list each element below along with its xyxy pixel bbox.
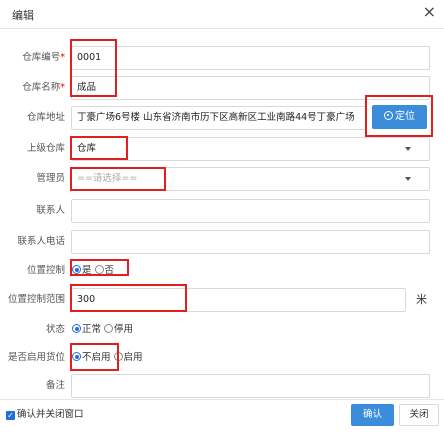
row-parent: 上级仓库 仓库 xyxy=(0,136,444,162)
radio-option-yes[interactable]: 是 xyxy=(72,265,92,276)
radio-unchecked-icon xyxy=(94,265,104,274)
footer-divider xyxy=(0,399,444,400)
manager-label: 管理员 xyxy=(36,173,65,184)
row-remark: 备注 xyxy=(0,373,444,399)
code-field[interactable]: 0001 xyxy=(71,46,430,70)
remark-label: 备注 xyxy=(45,380,65,391)
chevron-down-icon xyxy=(405,147,411,151)
row-location-range: 位置控制范围 300 米 xyxy=(0,287,444,313)
address-field[interactable]: 丁豪广场6号楼 山东省济南市历下区高新区工业南路44号丁豪广场 xyxy=(71,106,367,130)
location-control-radios: 是否 xyxy=(72,258,117,284)
radio-unchecked-icon xyxy=(104,324,114,333)
chevron-down-icon xyxy=(405,177,411,181)
radio-checked-icon xyxy=(72,265,81,274)
enable-slot-label: 是否启用货位 xyxy=(7,352,65,363)
phone-field[interactable] xyxy=(71,230,430,254)
status-radios: 正常 停用 xyxy=(72,317,136,343)
parent-select[interactable]: 仓库 xyxy=(71,137,430,161)
checkbox-checked-icon: ✓ xyxy=(6,411,15,420)
edit-dialog: 编辑 × 仓库编号* 0001 仓库名称* 成品 仓库地址 丁豪广场6号楼 山东… xyxy=(0,0,444,433)
row-code: 仓库编号* 0001 xyxy=(0,45,444,71)
header-divider xyxy=(0,28,444,29)
radio-option-no[interactable]: 否 xyxy=(94,265,114,276)
locate-label: 定位 xyxy=(395,111,415,122)
row-contact: 联系人 xyxy=(0,198,444,224)
radio-checked-icon xyxy=(72,352,81,361)
close-button[interactable]: 关闭 xyxy=(399,404,439,426)
remark-field[interactable] xyxy=(71,374,430,398)
row-phone: 联系人电话 xyxy=(0,229,444,255)
location-icon xyxy=(384,111,393,120)
dialog-title: 编辑 xyxy=(12,9,34,22)
address-label: 仓库地址 xyxy=(26,112,65,123)
row-name: 仓库名称* 成品 xyxy=(0,75,444,101)
radio-option-not-enabled[interactable]: 不启用 xyxy=(72,352,111,363)
row-status: 状态 正常 停用 xyxy=(0,317,444,343)
radio-checked-icon xyxy=(72,324,81,333)
parent-value: 仓库 xyxy=(77,143,97,154)
contact-field[interactable] xyxy=(71,199,430,223)
manager-select[interactable]: ==请选择== xyxy=(71,167,430,191)
name-label: 仓库名称* xyxy=(22,82,65,93)
unit-label: 米 xyxy=(416,293,427,306)
radio-option-normal[interactable]: 正常 xyxy=(72,324,101,335)
enable-slot-radios: 不启用 启用 xyxy=(72,345,146,371)
confirm-close-label: 确认并关闭窗口 xyxy=(17,409,84,420)
manager-placeholder: ==请选择== xyxy=(77,173,138,184)
radio-option-enabled[interactable]: 启用 xyxy=(113,352,143,363)
phone-label: 联系人电话 xyxy=(17,236,65,247)
close-icon[interactable]: × xyxy=(423,3,436,21)
radio-option-disabled[interactable]: 停用 xyxy=(104,324,133,335)
parent-label: 上级仓库 xyxy=(26,143,65,154)
locate-button[interactable]: 定位 xyxy=(372,105,427,129)
radio-unchecked-icon xyxy=(113,352,123,361)
location-control-label: 位置控制 xyxy=(26,265,65,276)
status-label: 状态 xyxy=(45,324,65,335)
confirm-close-checkbox[interactable]: ✓ 确认并关闭窗口 xyxy=(6,408,84,422)
location-range-field[interactable]: 300 xyxy=(71,288,406,312)
row-enable-slot: 是否启用货位 不启用 启用 xyxy=(0,345,444,371)
row-location-control: 位置控制 是否 xyxy=(0,258,444,284)
location-range-label: 位置控制范围 xyxy=(7,294,65,305)
confirm-button[interactable]: 确认 xyxy=(351,404,394,426)
code-label: 仓库编号* xyxy=(22,52,65,63)
row-manager: 管理员 ==请选择== xyxy=(0,166,444,192)
contact-label: 联系人 xyxy=(36,205,65,216)
name-field[interactable]: 成品 xyxy=(71,76,430,100)
